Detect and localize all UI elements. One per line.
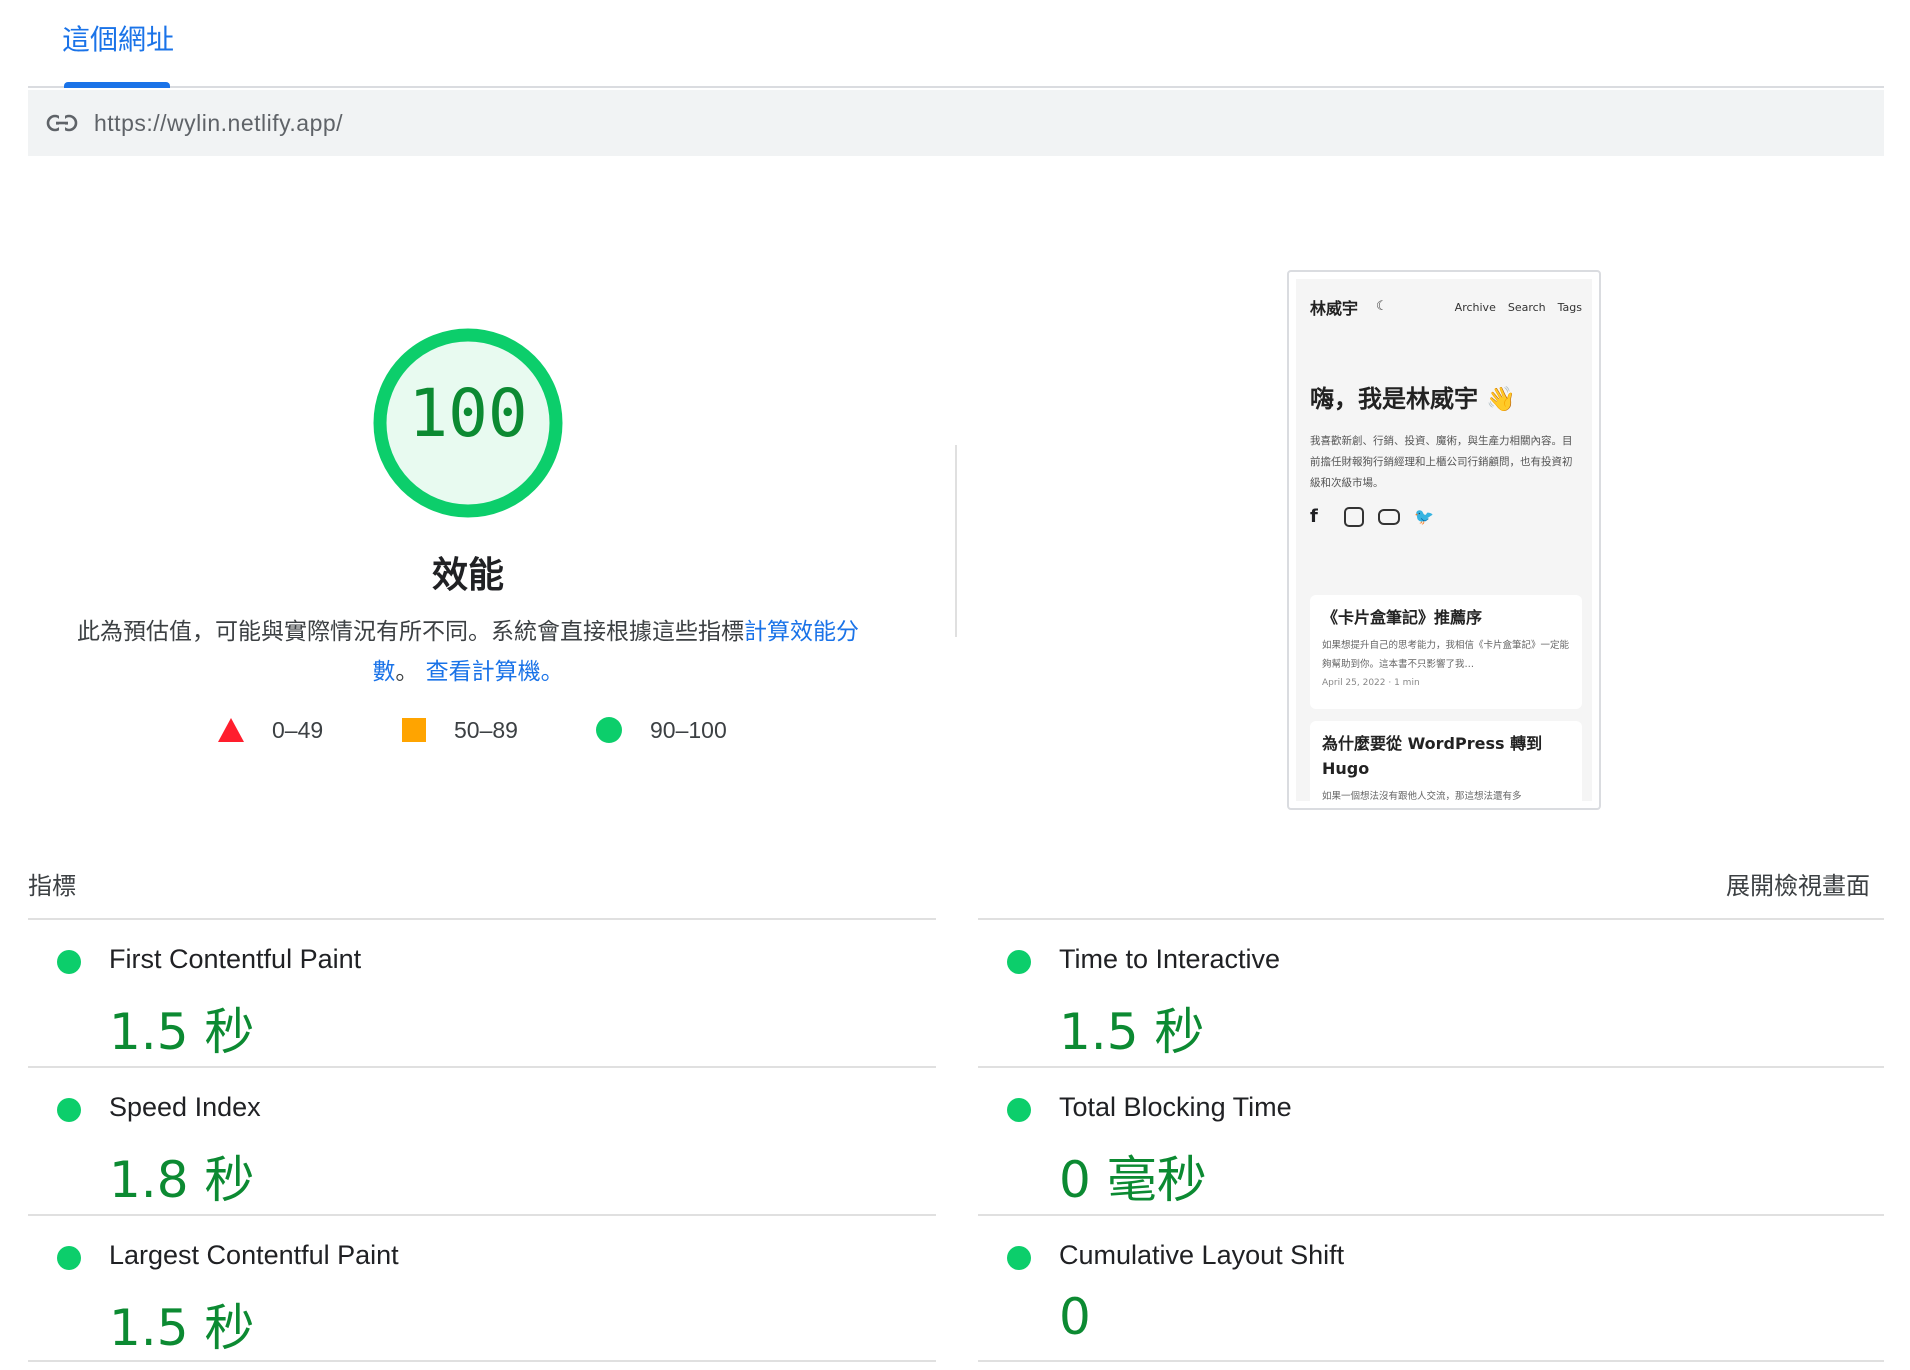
pass-circle-icon bbox=[57, 1246, 81, 1270]
score-title: 效能 bbox=[431, 555, 504, 596]
metric-value: 0 毫秒 bbox=[1059, 1151, 1207, 1209]
instagram-icon bbox=[1344, 507, 1364, 527]
screenshot-nav: Archive Search Tags bbox=[1455, 301, 1582, 314]
legend-fail-range: 0–49 bbox=[272, 716, 324, 743]
screenshot-post-title: 《卡片盒筆記》推薦序 bbox=[1322, 608, 1483, 627]
twitter-icon: 🐦 bbox=[1414, 507, 1434, 526]
legend-pass: 90–100 bbox=[596, 717, 727, 744]
url-text[interactable]: https://wylin.netlify.app/ bbox=[94, 110, 343, 137]
tab-active-indicator bbox=[64, 82, 170, 88]
screenshot-post-title: 為什麼要從 WordPress 轉到 Hugo bbox=[1322, 734, 1543, 778]
metric-label: First Contentful Paint bbox=[109, 944, 362, 974]
legend-average-range: 50–89 bbox=[454, 716, 518, 743]
pass-circle-icon bbox=[1007, 950, 1031, 974]
metric-value: 1.8 秒 bbox=[109, 1151, 255, 1209]
metric-value: 0 bbox=[1059, 1288, 1091, 1346]
legend-average: 50–89 bbox=[402, 717, 518, 744]
square-icon bbox=[402, 718, 426, 742]
metric-value: 1.5 秒 bbox=[109, 1299, 255, 1357]
pass-circle-icon bbox=[1007, 1246, 1031, 1270]
metric-label: Cumulative Layout Shift bbox=[1059, 1240, 1345, 1270]
tab-this-url[interactable]: 這個網址 bbox=[62, 18, 174, 58]
facebook-icon: f bbox=[1310, 506, 1318, 527]
description-separator: 。 bbox=[395, 659, 419, 685]
metric-label: Total Blocking Time bbox=[1059, 1092, 1292, 1122]
circle-icon bbox=[596, 717, 622, 743]
screenshot-hero: 嗨，我是林威宇 👋 bbox=[1310, 385, 1517, 413]
screenshot-site-name: 林威宇 bbox=[1310, 299, 1359, 318]
screenshot-post-card: 為什麼要從 WordPress 轉到 Hugo 如果一個想法沒有跟他人交流，那這… bbox=[1310, 721, 1582, 801]
metric-speed-index: Speed Index 1.8 秒 bbox=[28, 1068, 936, 1216]
metric-total-blocking-time: Total Blocking Time 0 毫秒 bbox=[978, 1068, 1886, 1216]
screenshot-post-meta: April 25, 2022 · 1 min bbox=[1322, 678, 1420, 688]
metrics-divider bbox=[978, 1360, 1884, 1362]
vertical-divider bbox=[955, 445, 957, 637]
final-screenshot[interactable]: 林威宇 ☾ Archive Search Tags 嗨，我是林威宇 👋 我喜歡新… bbox=[1287, 270, 1601, 810]
metrics-divider bbox=[28, 1360, 936, 1362]
metric-cumulative-layout-shift: Cumulative Layout Shift 0 bbox=[978, 1216, 1886, 1364]
legend-fail: 0–49 bbox=[218, 717, 323, 744]
moon-icon: ☾ bbox=[1376, 299, 1388, 314]
metric-label: Largest Contentful Paint bbox=[109, 1240, 399, 1270]
calculator-link[interactable]: 查看計算機。 bbox=[426, 659, 564, 685]
triangle-icon bbox=[218, 718, 244, 742]
screenshot-nav-tags: Tags bbox=[1557, 301, 1582, 314]
screenshot-nav-search: Search bbox=[1507, 301, 1546, 314]
legend-pass-range: 90–100 bbox=[650, 716, 727, 743]
expand-view-toggle[interactable]: 展開檢視畫面 bbox=[1726, 866, 1870, 901]
metric-first-contentful-paint: First Contentful Paint 1.5 秒 bbox=[28, 920, 936, 1068]
url-bar: https://wylin.netlify.app/ bbox=[28, 90, 1884, 156]
score-value: 100 bbox=[408, 375, 528, 452]
link-icon bbox=[46, 114, 78, 132]
pass-circle-icon bbox=[1007, 1098, 1031, 1122]
metric-value: 1.5 秒 bbox=[1059, 1003, 1205, 1061]
youtube-icon bbox=[1378, 509, 1400, 525]
screenshot-nav-archive: Archive bbox=[1454, 301, 1496, 314]
screenshot-social: f 🐦 bbox=[1310, 507, 1434, 527]
tab-bar: 這個網址 bbox=[28, 0, 1884, 88]
metric-largest-contentful-paint: Largest Contentful Paint 1.5 秒 bbox=[28, 1216, 936, 1364]
pass-circle-icon bbox=[57, 1098, 81, 1122]
metrics-header: 指標 bbox=[28, 872, 76, 900]
screenshot-content: 林威宇 ☾ Archive Search Tags 嗨，我是林威宇 👋 我喜歡新… bbox=[1296, 279, 1592, 801]
screenshot-bio: 我喜歡新創、行銷、投資、魔術，與生產力相關內容。目前擔任財報狗行銷經理和上櫃公司… bbox=[1310, 435, 1573, 489]
metric-value: 1.5 秒 bbox=[109, 1003, 255, 1061]
screenshot-post-excerpt: 如果想提升自己的思考能力，我相信《卡片盒筆記》一定能夠幫助到你。這本書不只影響了… bbox=[1322, 640, 1570, 670]
metric-label: Speed Index bbox=[109, 1092, 261, 1122]
screenshot-post-excerpt: 如果一個想法沒有跟他人交流，那這想法還有多 bbox=[1322, 791, 1522, 801]
metric-time-to-interactive: Time to Interactive 1.5 秒 bbox=[978, 920, 1886, 1068]
screenshot-post-card: 《卡片盒筆記》推薦序 如果想提升自己的思考能力，我相信《卡片盒筆記》一定能夠幫助… bbox=[1310, 595, 1582, 709]
metric-label: Time to Interactive bbox=[1059, 944, 1281, 974]
pass-circle-icon bbox=[57, 950, 81, 974]
description-text: 此為預估值，可能與實際情況有所不同。系統會直接根據這些指標 bbox=[77, 619, 744, 645]
score-description: 此為預估值，可能與實際情況有所不同。系統會直接根據這些指標計算效能分數。 查看計… bbox=[60, 612, 876, 692]
